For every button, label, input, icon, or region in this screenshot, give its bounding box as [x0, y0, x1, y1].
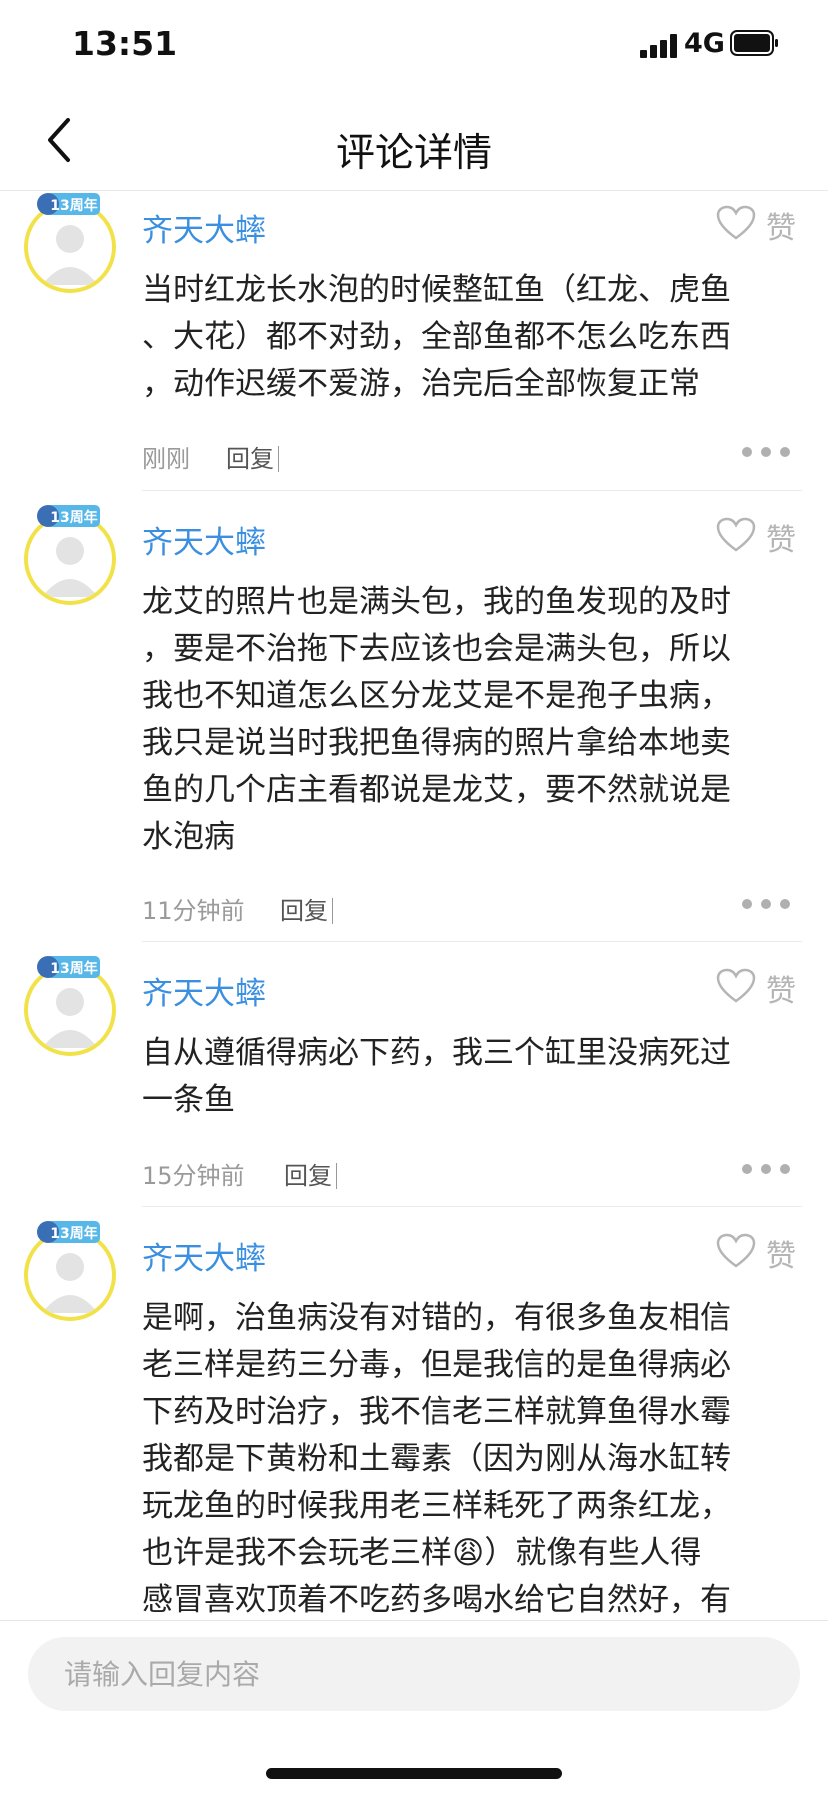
like-heart-icon[interactable]: [716, 1233, 756, 1269]
comment-time: 11分钟前: [142, 897, 245, 925]
comment-username[interactable]: 齐天大蟀: [142, 968, 266, 1013]
comment-username[interactable]: 齐天大蟀: [142, 205, 266, 250]
comment-text-line: 、大花）都不对劲，全部鱼都不怎么吃东西: [142, 319, 731, 355]
more-options-icon[interactable]: [742, 1164, 790, 1174]
comment-text-line: 我也不知道怎么区分龙艾是不是孢子虫病，: [142, 678, 731, 714]
comment-text-line: 当时红龙长水泡的时候整缸鱼（红龙、虎鱼: [142, 272, 731, 308]
like-label[interactable]: 赞: [766, 515, 796, 559]
comment-divider: [142, 941, 802, 942]
comment-text-line: 我只是说当时我把鱼得病的照片拿给本地卖: [142, 725, 731, 761]
like-heart-icon[interactable]: [716, 517, 756, 553]
comment-divider: [142, 1206, 802, 1207]
like-label[interactable]: 赞: [766, 203, 796, 247]
comment-text-line: ，动作迟缓不爱游，治完后全部恢复正常: [142, 366, 700, 402]
comment-time: 刚刚: [142, 445, 190, 473]
comment-text: 是啊，治鱼病没有对错的，有很多鱼友相信 老三样是药三分毒，但是我信的是鱼得病必 …: [142, 1295, 782, 1619]
page-title: 评论详情: [335, 131, 492, 176]
svg-text:13周年: 13周年: [50, 960, 97, 977]
nav-bar: 评论详情: [0, 90, 828, 191]
reply-input[interactable]: [28, 1637, 800, 1711]
battery-icon: [730, 30, 778, 56]
comment-text-line: 下药及时治疗，我不信老三样就算鱼得水霉: [142, 1394, 731, 1430]
comment-text-line: 玩龙鱼的时候我用老三样耗死了两条红龙，: [142, 1488, 731, 1524]
status-bar: 13:51 4G: [0, 0, 828, 90]
comment-text-line: 水泡病: [142, 819, 235, 855]
comment-text-line: 自从遵循得病必下药，我三个缸里没病死过: [142, 1035, 731, 1071]
status-time: 13:51: [72, 24, 178, 63]
like-heart-icon[interactable]: [716, 205, 756, 241]
comment-text: 自从遵循得病必下药，我三个缸里没病死过 一条鱼: [142, 1030, 782, 1124]
reply-cursor: [278, 446, 279, 472]
svg-text:13周年: 13周年: [50, 509, 97, 526]
home-indicator: [266, 1768, 562, 1779]
comment-text-line: 一条鱼: [142, 1082, 235, 1118]
comment-divider: [142, 490, 802, 491]
comment-username[interactable]: 齐天大蟀: [142, 517, 266, 562]
comment-text: 当时红龙长水泡的时候整缸鱼（红龙、虎鱼 、大花）都不对劲，全部鱼都不怎么吃东西 …: [142, 267, 782, 408]
anniversary-badge-icon: 13周年: [37, 1221, 100, 1243]
reply-button[interactable]: 回复: [284, 1156, 337, 1191]
reply-cursor: [336, 1163, 337, 1189]
comment-text-line: 我都是下黄粉和土霉素（因为刚从海水缸转: [142, 1441, 731, 1477]
reply-bar: [0, 1620, 828, 1794]
reply-button[interactable]: 回复: [280, 891, 333, 926]
anniversary-badge-icon: 13周年: [37, 956, 100, 978]
comment-text-line: 龙艾的照片也是满头包，我的鱼发现的及时: [142, 584, 731, 620]
reply-cursor: [332, 898, 333, 924]
svg-text:13周年: 13周年: [50, 1225, 97, 1242]
network-type: 4G: [684, 28, 725, 59]
comment-text-line: 也许是我不会玩老三样😩）就像有些人得: [142, 1535, 702, 1571]
like-label[interactable]: 赞: [766, 966, 796, 1010]
comment-list[interactable]: 13周年 齐天大蟀 赞 当时红龙长水泡的时候整缸鱼（红龙、虎鱼 、大花）都不对劲…: [0, 191, 828, 1619]
comment-text: 龙艾的照片也是满头包，我的鱼发现的及时 ，要是不治拖下去应该也会是满头包，所以 …: [142, 579, 782, 861]
anniversary-badge-icon: 13周年: [37, 505, 100, 527]
anniversary-badge-icon: 13周年: [37, 193, 100, 215]
like-label[interactable]: 赞: [766, 1231, 796, 1275]
comment-username[interactable]: 齐天大蟀: [142, 1233, 266, 1278]
reply-label[interactable]: 回复: [226, 445, 274, 473]
signal-icon: [640, 34, 680, 58]
comment-time: 15分钟前: [142, 1162, 245, 1190]
reply-button[interactable]: 回复: [226, 439, 279, 474]
more-options-icon[interactable]: [742, 447, 790, 457]
comment-text-line: 老三样是药三分毒，但是我信的是鱼得病必: [142, 1347, 731, 1383]
reply-label[interactable]: 回复: [280, 897, 328, 925]
comment-text-line: 感冒喜欢顶着不吃药多喝水给它自然好，有: [142, 1582, 731, 1618]
svg-text:13周年: 13周年: [50, 197, 97, 214]
like-heart-icon[interactable]: [716, 968, 756, 1004]
comment-text-line: 是啊，治鱼病没有对错的，有很多鱼友相信: [142, 1300, 731, 1336]
more-options-icon[interactable]: [742, 899, 790, 909]
comment-text-line: 鱼的几个店主看都说是龙艾，要不然就说是: [142, 772, 731, 808]
comment-text-line: ，要是不治拖下去应该也会是满头包，所以: [142, 631, 731, 667]
reply-label[interactable]: 回复: [284, 1162, 332, 1190]
